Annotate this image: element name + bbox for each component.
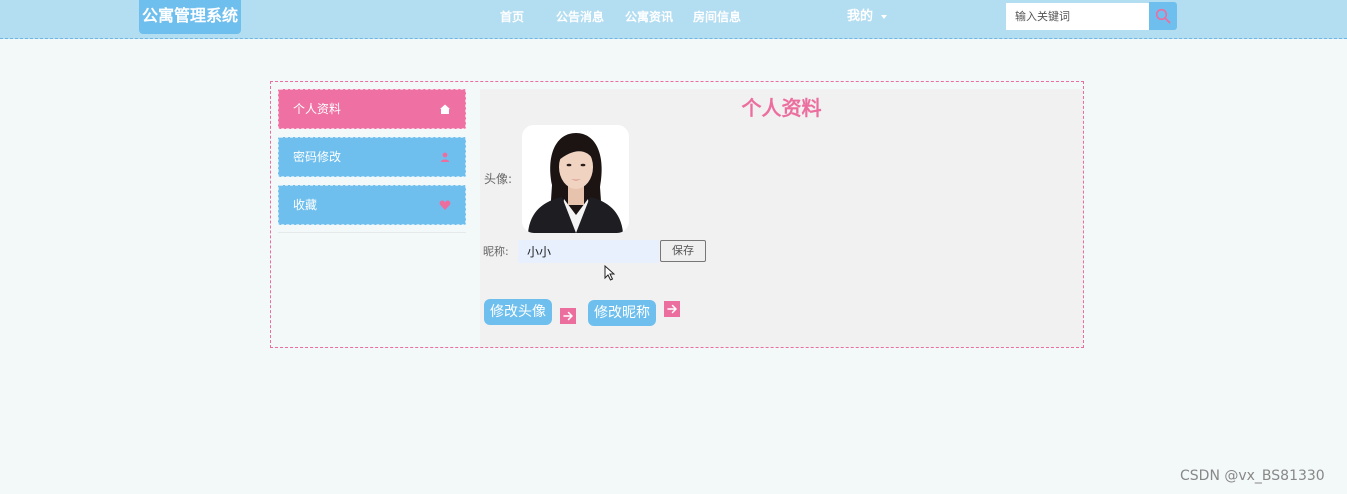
top-nav-bar: 公寓管理系统 首页 公告消息 公寓资讯 房间信息 我的 <box>0 0 1347 39</box>
sidebar-item-label: 收藏 <box>293 198 318 212</box>
avatar-label: 头像: <box>484 172 513 186</box>
arrow-right-icon[interactable] <box>664 301 680 317</box>
arrow-right-icon[interactable] <box>560 308 576 324</box>
avatar-photo <box>522 125 629 233</box>
nav-mine-label: 我的 <box>847 9 874 24</box>
nav-apartment-news[interactable]: 公寓资讯 <box>625 0 673 34</box>
user-icon <box>440 152 450 162</box>
mouse-cursor-icon <box>604 265 615 281</box>
save-button[interactable]: 保存 <box>660 240 706 262</box>
nav-mine-dropdown[interactable]: 我的 <box>847 0 888 34</box>
search-icon <box>1155 8 1171 24</box>
chevron-down-icon <box>881 14 888 19</box>
change-nickname-button[interactable]: 修改昵称 <box>588 300 656 326</box>
profile-panel: 个人资料 密码修改 收藏 个人资料 头像: 昵称: 小小 保存 修改头像 修改昵… <box>270 81 1084 348</box>
site-logo[interactable]: 公寓管理系统 <box>139 0 241 34</box>
heart-icon <box>439 200 451 210</box>
nav-home[interactable]: 首页 <box>500 0 524 34</box>
search-input[interactable] <box>1006 3 1149 30</box>
nickname-input[interactable] <box>518 240 659 263</box>
sidebar-item-password[interactable]: 密码修改 <box>278 137 466 177</box>
sidebar-item-label: 密码修改 <box>293 150 342 164</box>
page-title: 个人资料 <box>741 96 822 120</box>
sidebar-item-label: 个人资料 <box>293 102 342 116</box>
profile-content: 个人资料 头像: 昵称: 小小 保存 修改头像 修改昵称 <box>480 89 1083 347</box>
home-icon <box>440 104 450 114</box>
sidebar-item-favorites[interactable]: 收藏 <box>278 185 466 225</box>
watermark-text: CSDN @vx_BS81330 <box>1180 468 1325 484</box>
nickname-label: 昵称: <box>483 245 509 258</box>
search-button[interactable] <box>1149 2 1177 30</box>
sidebar-menu: 个人资料 密码修改 收藏 <box>278 89 466 233</box>
nav-room-info[interactable]: 房间信息 <box>693 0 741 34</box>
nav-announcements[interactable]: 公告消息 <box>556 0 604 34</box>
sidebar-item-profile[interactable]: 个人资料 <box>278 89 466 129</box>
avatar <box>522 125 629 233</box>
change-avatar-button[interactable]: 修改头像 <box>484 299 552 325</box>
